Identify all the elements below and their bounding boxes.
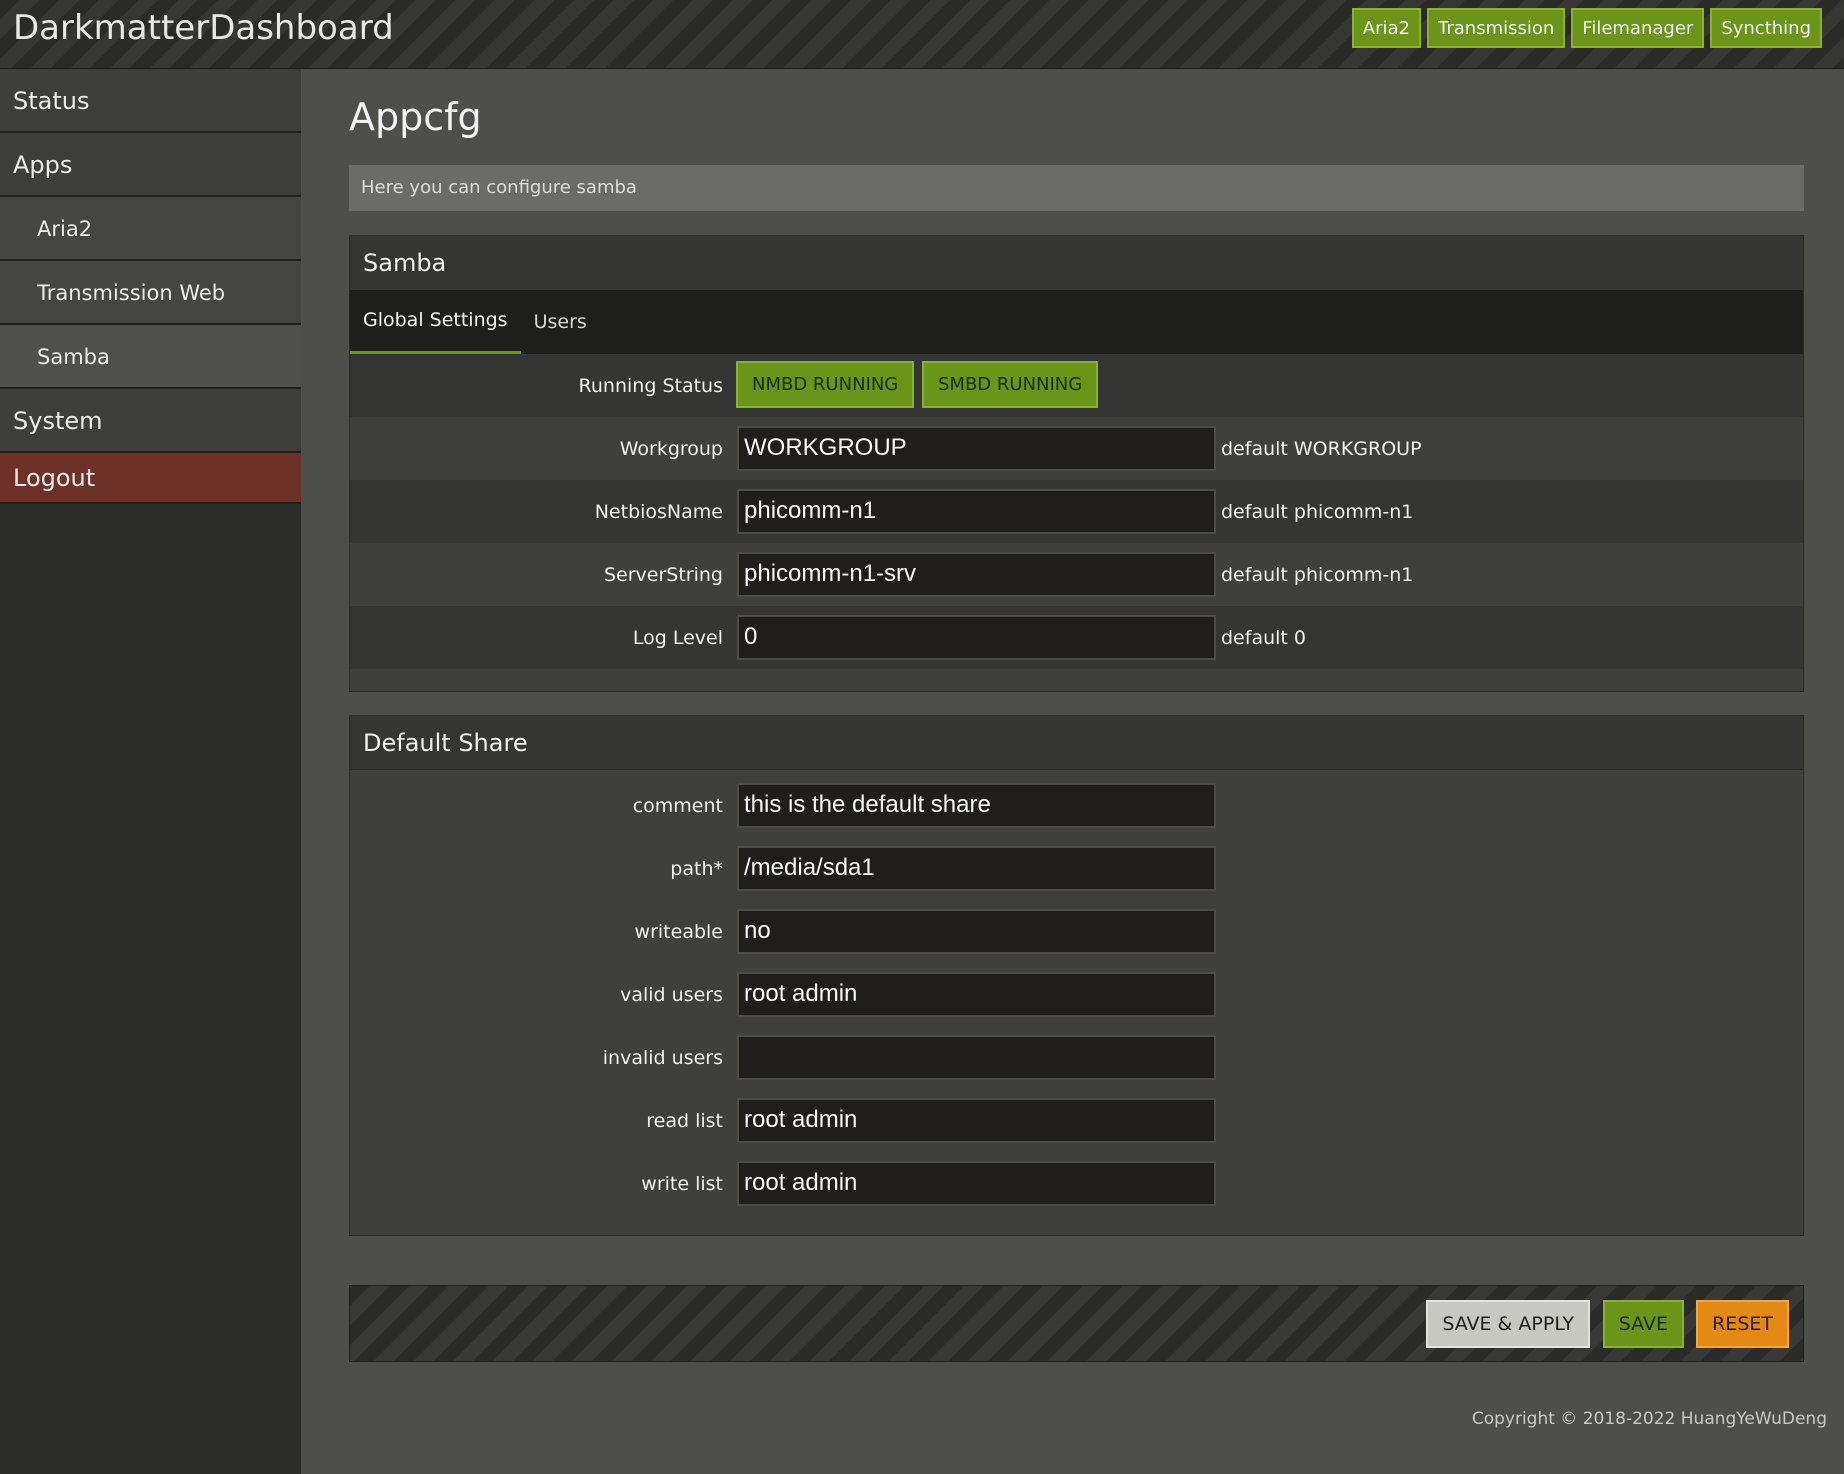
path-field[interactable]: /media/sda1	[737, 846, 1216, 891]
samba-section: Samba Global Settings Users Running Stat…	[349, 235, 1804, 692]
read-list-row: read list root admin	[350, 1089, 1803, 1152]
top-link-aria2[interactable]: Aria2	[1351, 8, 1421, 48]
tab-users[interactable]: Users	[521, 290, 600, 354]
top-links: Aria2 Transmission Filemanager Syncthing	[1351, 8, 1822, 48]
writeable-field[interactable]: no	[737, 909, 1216, 954]
samba-tabs: Global Settings Users	[350, 290, 1803, 354]
read-list-label: read list	[646, 1109, 723, 1132]
netbios-field[interactable]: phicomm-n1	[737, 489, 1216, 534]
log-level-field[interactable]: 0	[737, 615, 1216, 660]
default-share-title: Default Share	[350, 716, 1803, 770]
server-string-row: ServerString phicomm-n1-srv default phic…	[350, 543, 1803, 606]
netbios-row: NetbiosName phicomm-n1 default phicomm-n…	[350, 480, 1803, 543]
default-share-section: Default Share comment this is the defaul…	[349, 715, 1804, 1236]
copyright-text: Copyright © 2018-2022 HuangYeWuDeng	[1471, 1409, 1827, 1429]
comment-label: comment	[632, 794, 723, 817]
top-link-syncthing[interactable]: Syncthing	[1710, 8, 1822, 48]
write-list-label: write list	[641, 1172, 723, 1195]
page-title: Appcfg	[349, 95, 482, 139]
workgroup-field[interactable]: WORKGROUP	[737, 426, 1216, 471]
brand-title[interactable]: DarkmatterDashboard	[13, 8, 394, 48]
workgroup-hint: default WORKGROUP	[1221, 437, 1422, 460]
sidebar-item-transmission-web[interactable]: Transmission Web	[0, 261, 301, 325]
action-bar: SAVE & APPLY SAVE RESET	[349, 1285, 1804, 1362]
top-link-transmission[interactable]: Transmission	[1427, 8, 1566, 48]
read-list-field[interactable]: root admin	[737, 1098, 1216, 1143]
valid-users-field[interactable]: root admin	[737, 972, 1216, 1017]
valid-users-row: valid users root admin	[350, 963, 1803, 1026]
path-row: path* /media/sda1	[350, 837, 1803, 900]
invalid-users-field[interactable]	[737, 1035, 1216, 1080]
invalid-users-label: invalid users	[602, 1046, 723, 1069]
server-string-field[interactable]: phicomm-n1-srv	[737, 552, 1216, 597]
workgroup-row: Workgroup WORKGROUP default WORKGROUP	[350, 417, 1803, 480]
netbios-label: NetbiosName	[594, 500, 723, 523]
writeable-row: writeable no	[350, 900, 1803, 963]
path-label: path*	[670, 857, 723, 880]
workgroup-label: Workgroup	[619, 437, 723, 460]
sidebar: Status Apps Aria2 Transmission Web Samba…	[0, 69, 301, 1474]
invalid-users-row: invalid users	[350, 1026, 1803, 1089]
server-string-hint: default phicomm-n1	[1221, 563, 1414, 586]
sidebar-item-logout[interactable]: Logout	[0, 453, 301, 504]
save-button[interactable]: SAVE	[1602, 1300, 1684, 1348]
sidebar-item-samba[interactable]: Samba	[0, 325, 301, 389]
log-level-hint: default 0	[1221, 626, 1306, 649]
write-list-field[interactable]: root admin	[737, 1161, 1216, 1206]
sidebar-item-status[interactable]: Status	[0, 69, 301, 133]
top-header: DarkmatterDashboard Aria2 Transmission F…	[0, 0, 1844, 69]
netbios-hint: default phicomm-n1	[1221, 500, 1414, 523]
log-level-label: Log Level	[632, 626, 723, 649]
sidebar-item-apps[interactable]: Apps	[0, 133, 301, 197]
sidebar-item-system[interactable]: System	[0, 389, 301, 453]
running-status-label: Running Status	[578, 374, 723, 397]
writeable-label: writeable	[634, 920, 723, 943]
log-level-row: Log Level 0 default 0	[350, 606, 1803, 669]
valid-users-label: valid users	[620, 983, 723, 1006]
server-string-label: ServerString	[603, 563, 723, 586]
nmbd-status-badge: NMBD RUNNING	[736, 361, 915, 408]
sidebar-item-aria2[interactable]: Aria2	[0, 197, 301, 261]
page-description: Here you can configure samba	[349, 165, 1804, 211]
write-list-row: write list root admin	[350, 1152, 1803, 1215]
smbd-status-badge: SMBD RUNNING	[922, 361, 1099, 408]
comment-row: comment this is the default share	[350, 774, 1803, 837]
save-apply-button[interactable]: SAVE & APPLY	[1426, 1300, 1590, 1348]
top-link-filemanager[interactable]: Filemanager	[1571, 8, 1705, 48]
comment-field[interactable]: this is the default share	[737, 783, 1216, 828]
samba-section-title: Samba	[350, 236, 1803, 290]
tab-global-settings[interactable]: Global Settings	[350, 290, 521, 354]
reset-button[interactable]: RESET	[1696, 1300, 1789, 1348]
running-status-row: Running Status NMBD RUNNING SMBD RUNNING	[350, 354, 1803, 417]
